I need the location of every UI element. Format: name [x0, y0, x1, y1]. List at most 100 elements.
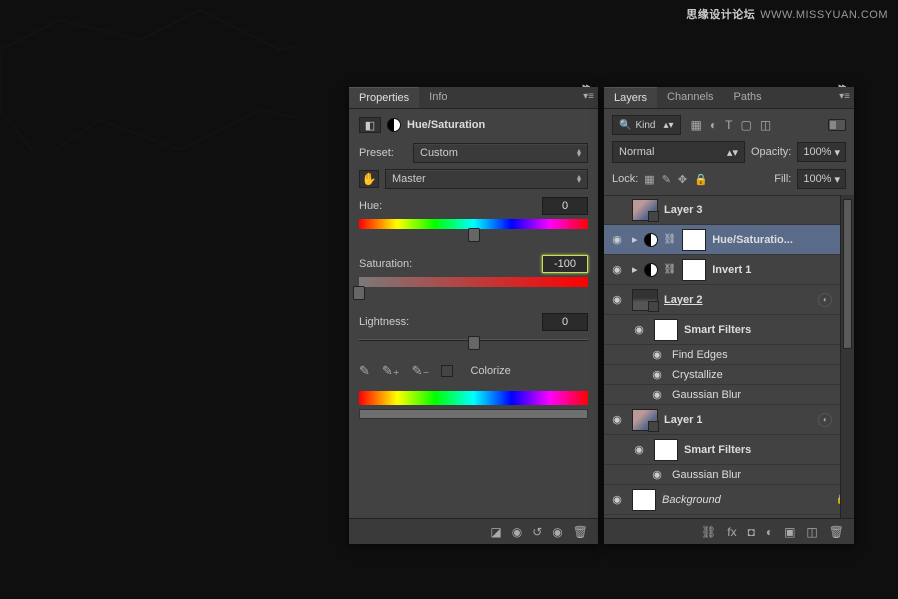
filter-kind-dropdown[interactable]: 🔍Kind ▴▾ [612, 115, 681, 135]
tab-properties[interactable]: Properties [349, 87, 419, 108]
fx-icon[interactable]: ◐ [818, 293, 832, 307]
opacity-input[interactable]: 100%▾ [797, 142, 846, 162]
visibility-toggle[interactable]: ◉ [608, 233, 626, 246]
lightness-slider[interactable] [359, 339, 588, 351]
fx-icon[interactable]: ◐ [818, 413, 832, 427]
link-icon[interactable]: ⛓ [664, 264, 677, 275]
layer-name[interactable]: Layer 1 [664, 414, 703, 426]
hue-value-input[interactable]: 0 [542, 197, 588, 215]
new-group-icon[interactable]: ▣ [784, 525, 795, 539]
scrollbar-thumb[interactable] [843, 199, 852, 349]
layer-name[interactable]: Layer 3 [664, 204, 703, 216]
targeted-adjustment-icon[interactable]: ✋ [359, 170, 379, 188]
lock-image-icon[interactable]: ✎ [662, 173, 671, 186]
filter-pixel-icon[interactable]: ▦ [691, 118, 702, 132]
eyedropper-subtract-icon[interactable]: ✎₋ [412, 363, 430, 379]
filter-smartobject-icon[interactable]: ◫ [760, 118, 771, 132]
delete-adjustment-icon[interactable]: 🗑 [573, 525, 588, 539]
layer-mask-thumbnail[interactable] [682, 259, 706, 281]
channel-dropdown[interactable]: Master ▴▾ [385, 169, 588, 189]
new-adjustment-icon[interactable]: ◐ [766, 525, 773, 539]
lock-all-icon[interactable]: 🔒 [694, 173, 708, 186]
layer-name[interactable]: Smart Filters [684, 324, 751, 336]
panel-menu-icon[interactable]: ▾≡ [839, 91, 850, 102]
fill-input[interactable]: 100%▾ [797, 169, 846, 189]
new-layer-icon[interactable]: ◫ [806, 525, 817, 539]
layer-style-icon[interactable]: fx [727, 525, 736, 539]
lightness-value-input[interactable]: 0 [542, 313, 588, 331]
tab-paths[interactable]: Paths [724, 87, 772, 108]
visibility-toggle[interactable]: ◉ [608, 263, 626, 276]
layer-thumbnail[interactable] [632, 489, 656, 511]
filter-mask-thumbnail[interactable] [654, 439, 678, 461]
tab-layers[interactable]: Layers [604, 87, 657, 108]
filter-shape-icon[interactable]: ▢ [740, 118, 751, 132]
filter-adjustment-icon[interactable]: ◐ [710, 118, 717, 132]
filter-toggle[interactable] [828, 119, 846, 131]
visibility-toggle[interactable]: ◉ [608, 493, 626, 506]
lock-position-icon[interactable]: ✥ [678, 173, 687, 186]
saturation-slider[interactable] [359, 289, 588, 301]
colorize-checkbox[interactable] [441, 365, 453, 377]
layer-row[interactable]: ◉ Layer 1 ◐ ▴ [604, 405, 854, 435]
layer-name[interactable]: Smart Filters [684, 444, 751, 456]
blend-mode-dropdown[interactable]: Normal ▴▾ [612, 141, 745, 163]
layer-row[interactable]: ◉ Gaussian Blur ≡ [604, 465, 854, 485]
layer-row[interactable]: ◉ Layer 2 ◐ ▴ [604, 285, 854, 315]
expand-icon[interactable]: ▸ [632, 233, 638, 246]
panel-menu-icon[interactable]: ▾≡ [583, 91, 594, 102]
layer-row[interactable]: ◉ Background 🔒 [604, 485, 854, 515]
layer-row[interactable]: Layer 3 [604, 195, 854, 225]
filter-type-icon[interactable]: T [725, 118, 732, 132]
eyedropper-icon[interactable]: ✎ [359, 363, 370, 379]
link-layers-icon[interactable]: ⛓ [701, 525, 716, 539]
view-previous-icon[interactable]: ◉ [512, 525, 522, 539]
layer-thumbnail[interactable] [632, 409, 658, 431]
layer-name[interactable]: Gaussian Blur [672, 389, 741, 401]
reset-icon[interactable]: ↺ [532, 525, 542, 539]
preset-dropdown[interactable]: Custom ▴▾ [413, 143, 588, 163]
layer-name[interactable]: Hue/Saturatio... [712, 234, 793, 246]
layer-row[interactable]: ◉ ▸ ⛓ Hue/Saturatio... [604, 225, 854, 255]
visibility-toggle[interactable]: ◉ [648, 348, 666, 361]
link-icon[interactable]: ⛓ [664, 234, 677, 245]
layer-name[interactable]: Invert 1 [712, 264, 751, 276]
layer-thumbnail[interactable] [632, 289, 658, 311]
eyedropper-add-icon[interactable]: ✎₊ [382, 363, 400, 379]
layer-row[interactable]: ◉ ▸ ⛓ Invert 1 [604, 255, 854, 285]
tab-info[interactable]: Info [419, 87, 457, 108]
properties-panel: ▸▸ Properties Info ▾≡ ◧ Hue/Saturation P… [349, 87, 598, 544]
visibility-toggle[interactable]: ◉ [648, 388, 666, 401]
layer-name[interactable]: Background [662, 494, 721, 506]
layers-scrollbar[interactable] [840, 195, 854, 518]
layer-mask-icon[interactable]: ◘ [748, 525, 755, 539]
layer-name[interactable]: Gaussian Blur [672, 469, 741, 481]
lock-transparency-icon[interactable]: ▦ [644, 173, 654, 186]
layer-thumbnail[interactable] [632, 199, 658, 221]
toggle-visibility-icon[interactable]: ◉ [552, 525, 562, 539]
saturation-value-input[interactable]: -100 [542, 255, 588, 273]
layer-name[interactable]: Layer 2 [664, 294, 703, 306]
clip-to-layer-icon[interactable]: ◪ [490, 525, 501, 539]
filter-mask-thumbnail[interactable] [654, 319, 678, 341]
visibility-toggle[interactable]: ◉ [608, 413, 626, 426]
adjustment-icon [644, 263, 658, 277]
layer-name[interactable]: Find Edges [672, 349, 728, 361]
tab-channels[interactable]: Channels [657, 87, 723, 108]
visibility-toggle[interactable]: ◉ [608, 293, 626, 306]
layer-row[interactable]: ◉ Find Edges ≡ [604, 345, 854, 365]
layer-row[interactable]: ◉ Smart Filters [604, 315, 854, 345]
layer-row[interactable]: ◉ Smart Filters [604, 435, 854, 465]
layer-row[interactable]: ◉ Gaussian Blur ≡ [604, 385, 854, 405]
expand-icon[interactable]: ▸ [632, 263, 638, 276]
visibility-toggle[interactable]: ◉ [630, 323, 648, 336]
layer-name[interactable]: Crystallize [672, 369, 723, 381]
visibility-toggle[interactable]: ◉ [648, 468, 666, 481]
visibility-toggle[interactable]: ◉ [630, 443, 648, 456]
layers-panel: ▸ ▸ Layers Channels Paths ▾≡ 🔍Kind ▴▾ ▦ ◐… [604, 87, 854, 544]
layer-row[interactable]: ◉ Crystallize ≡ [604, 365, 854, 385]
delete-layer-icon[interactable]: 🗑 [829, 525, 844, 539]
visibility-toggle[interactable]: ◉ [648, 368, 666, 381]
layer-mask-thumbnail[interactable] [682, 229, 706, 251]
hue-slider[interactable] [359, 231, 588, 243]
